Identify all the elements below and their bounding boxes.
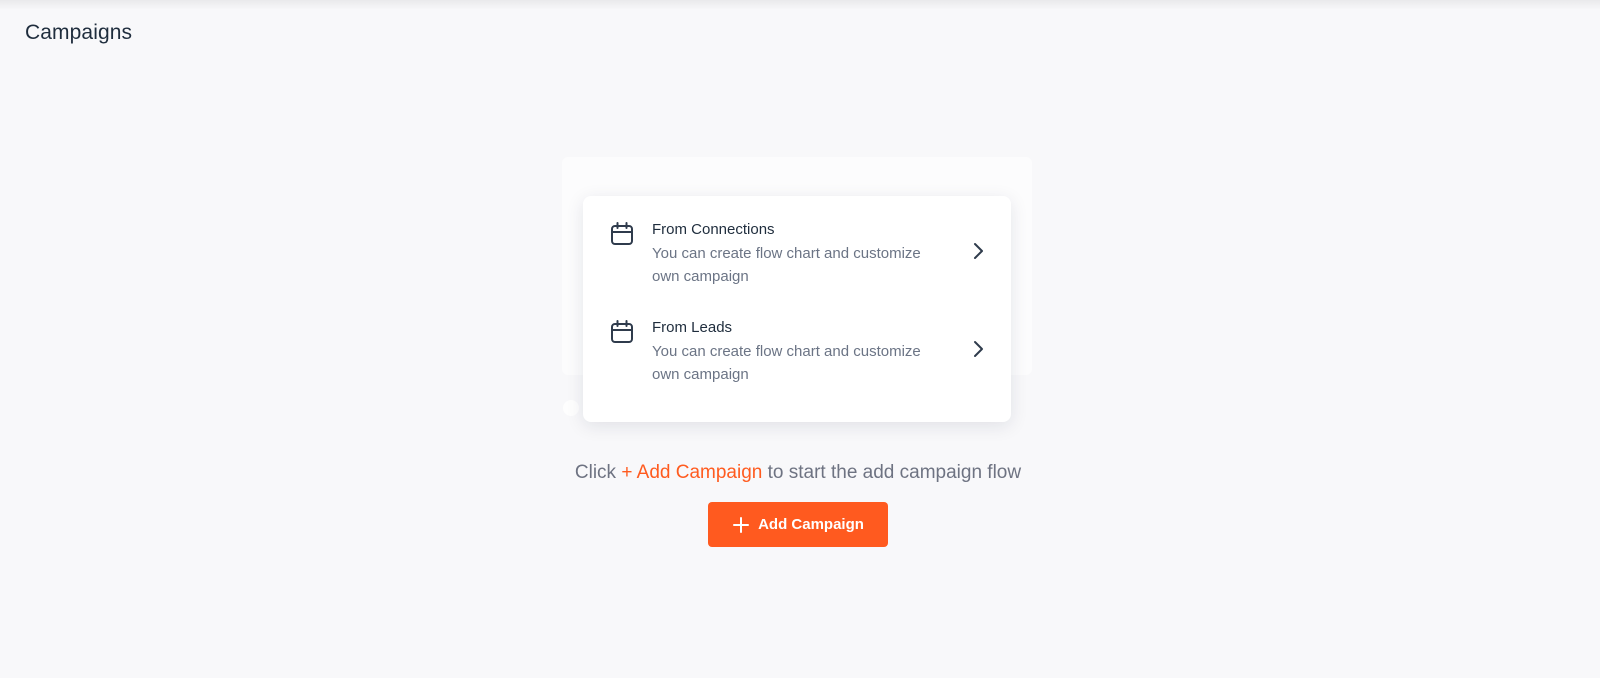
- campaign-options-card: From Connections You can create flow cha…: [583, 196, 1011, 422]
- hint-prefix: Click: [574, 462, 622, 483]
- option-from-connections[interactable]: From Connections You can create flow cha…: [609, 220, 989, 300]
- illustration-dot: [563, 400, 579, 416]
- add-campaign-button[interactable]: Add Campaign: [708, 502, 888, 547]
- calendar-icon: [609, 319, 635, 345]
- top-shadow: [0, 0, 1600, 10]
- add-campaign-label: Add Campaign: [758, 516, 864, 533]
- option-description-line2: own campaign: [652, 268, 749, 285]
- page-title: Campaigns: [25, 21, 133, 44]
- hint-suffix: to start the add campaign flow: [762, 462, 1022, 483]
- option-title: From Connections: [652, 221, 775, 238]
- chevron-right-icon[interactable]: [971, 242, 985, 260]
- empty-state-hint: Click + Add Campaign to start the add ca…: [0, 462, 1596, 484]
- hint-add-campaign-link[interactable]: + Add Campaign: [621, 462, 762, 483]
- chevron-right-icon[interactable]: [971, 340, 985, 358]
- option-description: You can create flow chart and customize …: [652, 242, 952, 288]
- option-description-line2: own campaign: [652, 366, 749, 383]
- option-title: From Leads: [652, 319, 733, 336]
- calendar-icon: [609, 221, 635, 247]
- option-description: You can create flow chart and customize …: [652, 340, 952, 386]
- option-from-leads[interactable]: From Leads You can create flow chart and…: [609, 318, 989, 398]
- plus-icon: [732, 516, 750, 534]
- option-description-line1: You can create flow chart and customize: [652, 245, 921, 262]
- option-description-line1: You can create flow chart and customize: [652, 343, 921, 360]
